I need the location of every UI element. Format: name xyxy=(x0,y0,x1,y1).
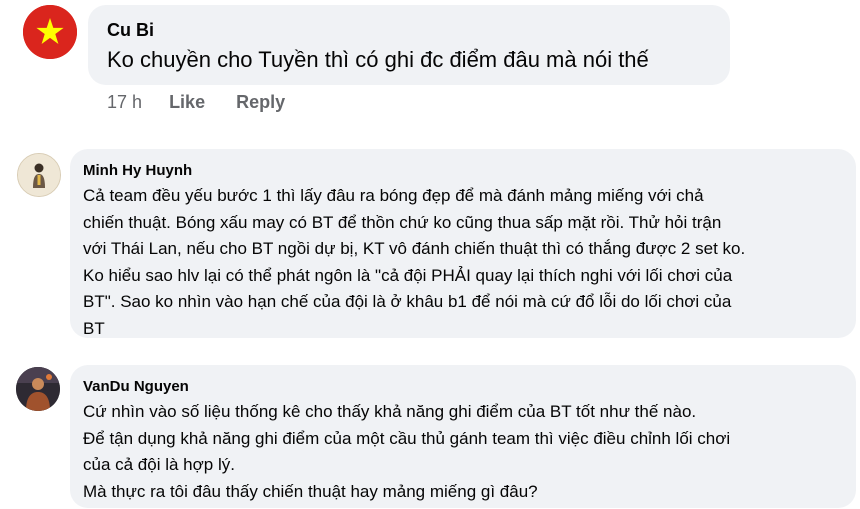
comment-text-line: BT". Sao ko nhìn vào hạn chế của đội là … xyxy=(83,292,732,311)
comment-text-line: Ko chuyền cho Tuyền thì có ghi đc điểm đ… xyxy=(107,47,649,72)
profile-photo-icon[interactable] xyxy=(17,153,61,197)
comment-text-line: chiến thuật. Bóng xấu may có BT để thồn … xyxy=(83,212,722,232)
comment-text-line: Ko hiểu sao hlv lại có thể phát ngôn là … xyxy=(83,265,733,285)
comment-text-line: Cả team đều yếu bước 1 thì lấy đâu ra bó… xyxy=(83,186,704,205)
comment-text: Cả team đều yếu bước 1 thì lấy đâu ra bó… xyxy=(83,183,745,342)
comment-text: Cứ nhìn vào số liệu thống kê cho thấy kh… xyxy=(83,399,730,505)
comment-author[interactable]: Minh Hy Huynh xyxy=(83,162,192,179)
profile-photo-icon[interactable] xyxy=(16,367,60,411)
comment-actions: 17 h Like Reply xyxy=(107,92,285,113)
comment-time[interactable]: 17 h xyxy=(107,92,142,113)
comment-text-line: Cứ nhìn vào số liệu thống kê cho thấy kh… xyxy=(83,402,697,421)
vietnam-flag-icon[interactable] xyxy=(23,5,77,59)
comment-text-line: BT xyxy=(83,318,105,338)
comment-text-line: Để tận dụng khả năng ghi điểm của một cầ… xyxy=(83,428,731,448)
comment-text-line: với Thái Lan, nếu cho BT ngồi dự bị, KT … xyxy=(83,239,746,258)
comment-author[interactable]: VanDu Nguyen xyxy=(83,378,189,395)
comment-text-line: Mà thực ra tôi đâu thấy chiến thuật hay … xyxy=(83,481,538,501)
comment-text-line: của cả đội là hợp lý. xyxy=(83,455,235,474)
comment-text: Ko chuyền cho Tuyền thì có ghi đc điểm đ… xyxy=(107,46,649,74)
like-button[interactable]: Like xyxy=(169,92,205,113)
comment-author[interactable]: Cu Bi xyxy=(107,20,154,41)
reply-button[interactable]: Reply xyxy=(236,92,285,113)
